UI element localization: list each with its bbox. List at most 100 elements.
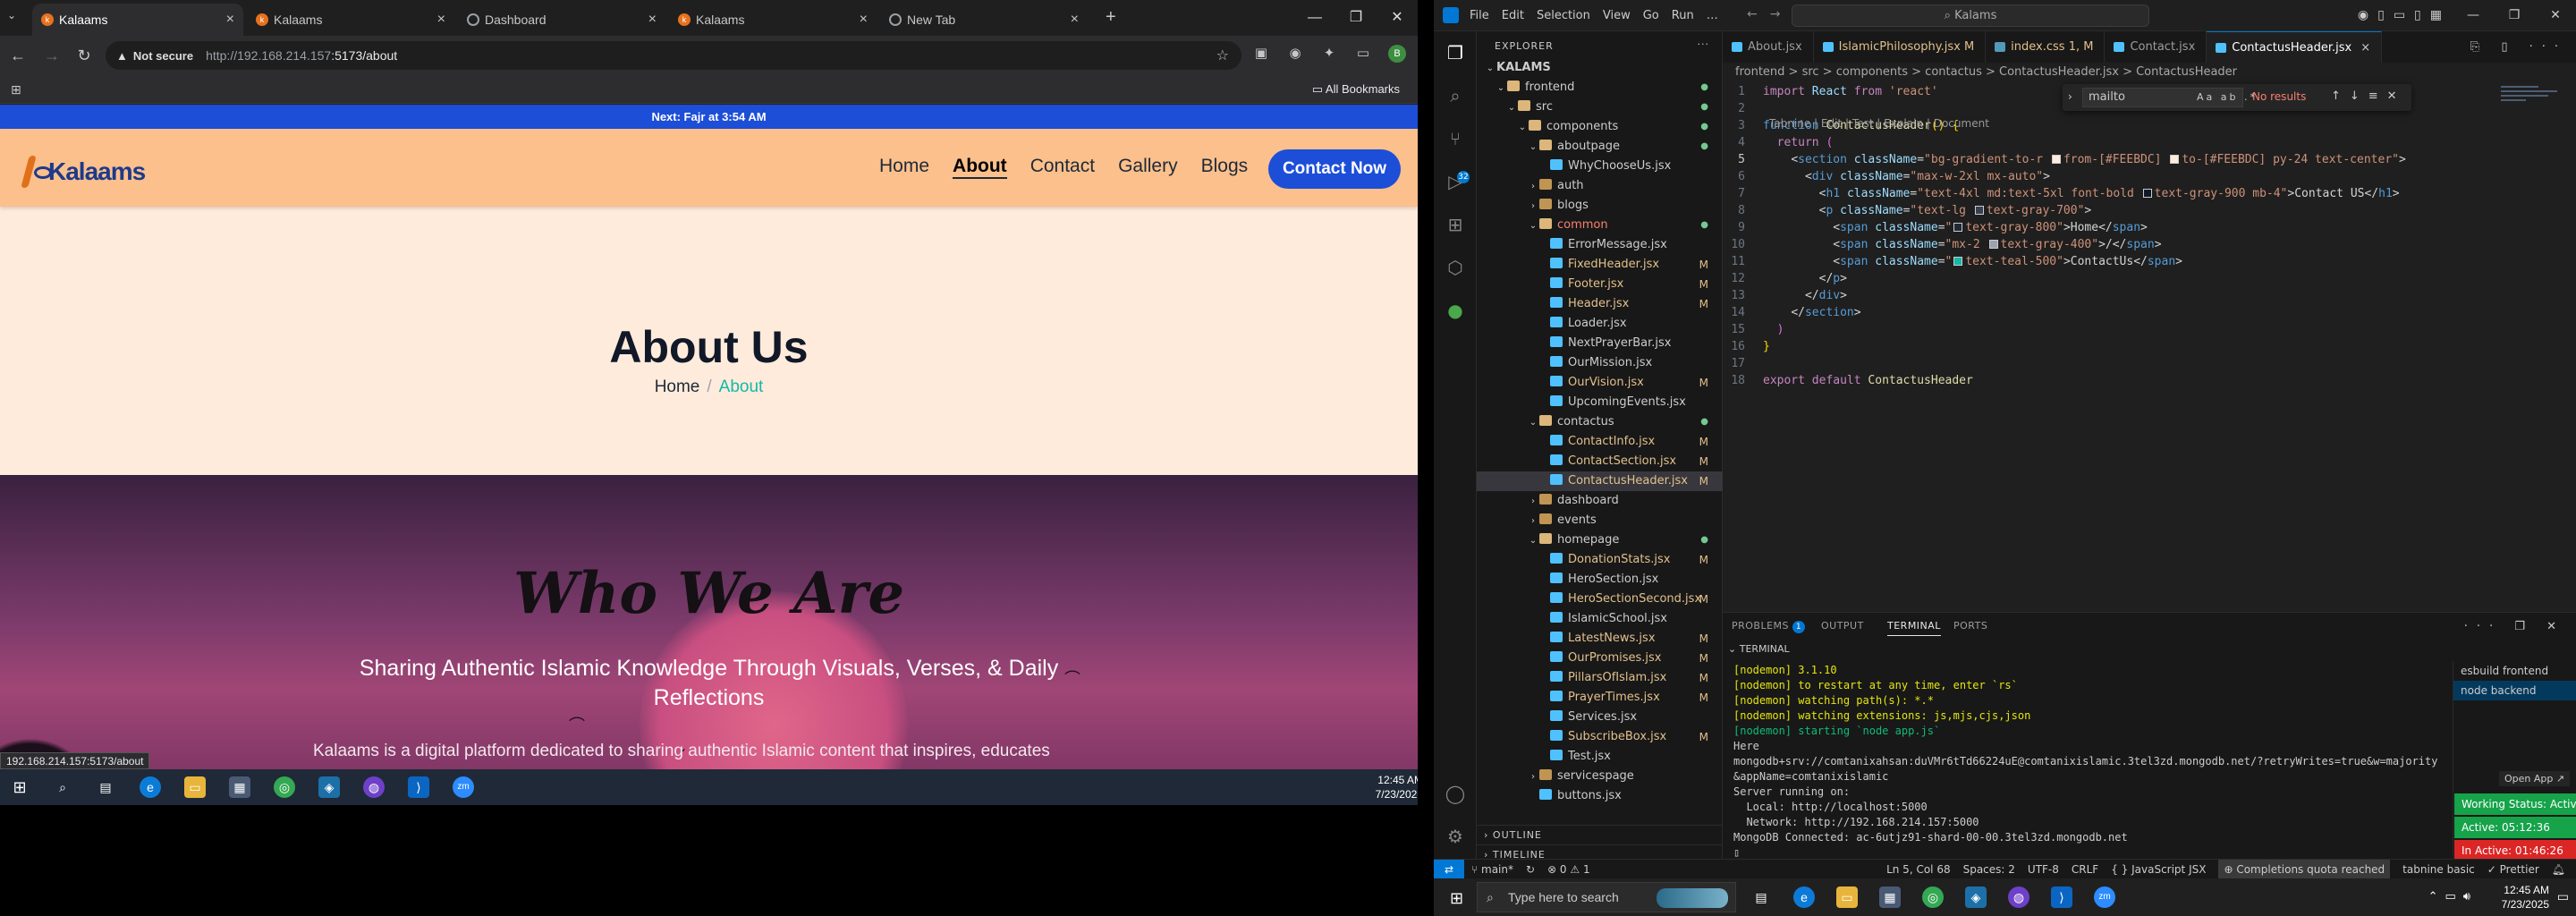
apps-grid-icon[interactable]: ⊞ <box>11 82 21 98</box>
terminal-item-esbuild[interactable]: esbuild frontend <box>2453 661 2576 681</box>
code-editor[interactable]: 1 import React from 'react' 2 3 function C… <box>1723 83 2576 441</box>
tree-file[interactable]: Loader.jsx <box>1477 314 1723 334</box>
cursor-position[interactable]: Ln 5, Col 68 <box>1886 860 1951 879</box>
tree-file[interactable]: IslamicSchool.jsx <box>1477 609 1723 629</box>
app-icon[interactable]: ◈ <box>318 776 340 798</box>
taskbar-clock[interactable]: 12:45 AM 7/23/2025 <box>1376 773 1418 802</box>
tree-folder[interactable]: ⌄ aboutpage ● <box>1477 137 1723 157</box>
close-icon[interactable]: × <box>1071 12 1079 28</box>
github-icon[interactable]: ◍ <box>363 776 385 798</box>
windows-start-icon[interactable]: ⊞ <box>9 776 30 798</box>
toggle-sidebar-icon[interactable]: ▯ <box>2377 8 2385 22</box>
menu-more[interactable]: … <box>1707 9 1718 22</box>
nav-link-contact[interactable]: Contact <box>1030 156 1095 179</box>
branch-status[interactable]: ⑂ main* <box>1471 860 1513 879</box>
close-icon[interactable]: × <box>648 12 657 28</box>
editor-tab-contact[interactable]: Contact.jsx <box>2105 31 2207 63</box>
encoding[interactable]: UTF-8 <box>2028 860 2059 879</box>
editor-breadcrumb[interactable]: frontend > src > components > contactus … <box>1735 65 2237 79</box>
tree-folder[interactable]: ⌄ common ● <box>1477 216 1723 235</box>
tab-dashboard[interactable]: Dashboard × <box>458 4 665 36</box>
nav-arrows[interactable]: ←→ <box>1747 7 1792 21</box>
close-icon[interactable]: × <box>437 12 445 28</box>
menu-edit[interactable]: Edit <box>1502 9 1524 22</box>
search-icon[interactable]: ⌕ <box>1445 85 1466 106</box>
search-icon[interactable]: ⌕ <box>52 776 73 798</box>
tree-file[interactable]: DonationStats.jsx M <box>1477 550 1723 570</box>
tree-file[interactable]: ContactSection.jsx M <box>1477 452 1723 471</box>
close-window-icon[interactable]: ✕ <box>2535 0 2576 31</box>
minimize-icon[interactable]: — <box>2453 0 2494 31</box>
tree-file[interactable]: LatestNews.jsx M <box>1477 629 1723 649</box>
maximize-icon[interactable]: ❐ <box>2494 0 2535 31</box>
indentation[interactable]: Spaces: 2 <box>1963 860 2015 879</box>
open-app-button[interactable]: Open App ↗ <box>2499 771 2571 786</box>
menu-file[interactable]: File <box>1470 9 1489 22</box>
tree-file[interactable]: Services.jsx <box>1477 708 1723 727</box>
nav-link-home[interactable]: Home <box>879 156 929 179</box>
menu-run[interactable]: Run <box>1672 9 1694 22</box>
tree-file[interactable]: HeroSectionSecond.jsx M <box>1477 589 1723 609</box>
file-explorer-icon[interactable]: ▭ <box>1836 886 1858 908</box>
tree-file[interactable]: OurMission.jsx <box>1477 353 1723 373</box>
line-endings[interactable]: CRLF <box>2072 860 2098 879</box>
tree-file[interactable]: OurVision.jsx M <box>1477 373 1723 393</box>
tab-new-tab[interactable]: New Tab × <box>880 4 1088 36</box>
tree-file[interactable]: NextPrayerBar.jsx <box>1477 334 1723 353</box>
notification-icon[interactable]: ▭ <box>2557 889 2569 904</box>
profile-extension-icon[interactable]: ◉ <box>1286 45 1304 63</box>
tree-folder[interactable]: ⌄ components ● <box>1477 117 1723 137</box>
tree-folder[interactable]: ⌄ contactus ● <box>1477 412 1723 432</box>
editor-tab-about[interactable]: About.jsx <box>1723 31 1814 63</box>
task-view-icon[interactable]: ▤ <box>95 776 116 798</box>
copilot-icon[interactable]: ◉ <box>2358 8 2368 22</box>
customize-layout-icon[interactable]: ▦ <box>2430 8 2442 22</box>
tree-folder[interactable]: ⌄ frontend ● <box>1477 78 1723 98</box>
problems-status[interactable]: ⊗ 0 ⚠ 1 <box>1547 860 1590 879</box>
toggle-panel-icon[interactable]: ▭ <box>2394 8 2405 22</box>
vscode-taskbar-icon[interactable]: ⟩ <box>408 776 429 798</box>
more-actions-icon[interactable]: ··· <box>1698 38 1710 50</box>
reload-icon[interactable]: ↻ <box>73 45 95 66</box>
explorer-icon[interactable]: ❐ <box>1445 42 1466 64</box>
site-logo[interactable]: Kalaams <box>21 154 146 190</box>
editor-tab-indexcss[interactable]: index.css 1, M <box>1986 31 2106 63</box>
chrome-taskbar-icon[interactable]: ◎ <box>274 776 295 798</box>
tree-folder[interactable]: ⌄ homepage ● <box>1477 530 1723 550</box>
task-view-icon[interactable]: ▤ <box>1750 886 1772 908</box>
puzzle-icon[interactable]: ✦ <box>1320 45 1338 63</box>
edge-icon[interactable]: e <box>140 776 161 798</box>
vscode-taskbar-icon[interactable]: ⟩ <box>2051 886 2072 908</box>
panel-tab-output[interactable]: OUTPUT <box>1821 620 1864 632</box>
command-center-search[interactable]: ⌕ Kalams <box>1792 4 2149 27</box>
tree-file[interactable]: ErrorMessage.jsx <box>1477 235 1723 255</box>
tree-file[interactable]: UpcomingEvents.jsx <box>1477 393 1723 412</box>
remote-explorer-icon[interactable]: ⬡ <box>1445 257 1466 278</box>
tree-file[interactable]: buttons.jsx <box>1477 786 1723 806</box>
tree-file[interactable]: HeroSection.jsx <box>1477 570 1723 589</box>
contact-now-button[interactable]: Contact Now <box>1268 149 1401 189</box>
tree-file[interactable]: FixedHeader.jsx M <box>1477 255 1723 275</box>
tabnine-quota[interactable]: ⊕ Completions quota reached <box>2218 860 2391 879</box>
store-icon[interactable]: ▦ <box>1879 886 1901 908</box>
find-nav-buttons[interactable]: ↑↓≡✕ <box>2331 89 2406 103</box>
windows-start-icon[interactable]: ⊞ <box>1450 889 1463 908</box>
close-icon[interactable]: × <box>2360 41 2370 55</box>
prettier-status[interactable]: ✓ Prettier <box>2487 860 2539 879</box>
system-tray[interactable]: ⌃▭🔊︎ <box>2428 889 2478 903</box>
terminal-output[interactable]: [nodemon] 3.1.10 [nodemon] to restart at … <box>1733 663 2449 861</box>
sidepanel-icon[interactable]: ▭ <box>1354 45 1372 63</box>
taskbar-search[interactable]: ⌕ Type here to search <box>1477 882 1736 912</box>
forward-icon[interactable]: → <box>41 45 63 66</box>
security-label[interactable]: Not secure <box>133 49 193 63</box>
back-icon[interactable]: ← <box>7 45 29 66</box>
tree-file[interactable]: WhyChooseUs.jsx <box>1477 157 1723 176</box>
app-icon[interactable]: ◈ <box>1965 886 1987 908</box>
omnibox[interactable]: ▲ Not secure http://192.168.214.157:5173… <box>106 41 1241 70</box>
tree-folder[interactable]: › dashboard <box>1477 491 1723 511</box>
outline-section[interactable]: › OUTLINE <box>1477 825 1723 844</box>
tabnine-status[interactable]: tabnine basic <box>2402 860 2475 879</box>
remote-icon[interactable]: ⇄ <box>1434 860 1464 879</box>
tree-file[interactable]: Footer.jsx M <box>1477 275 1723 294</box>
panel-tab-terminal[interactable]: TERMINAL <box>1887 620 1941 636</box>
